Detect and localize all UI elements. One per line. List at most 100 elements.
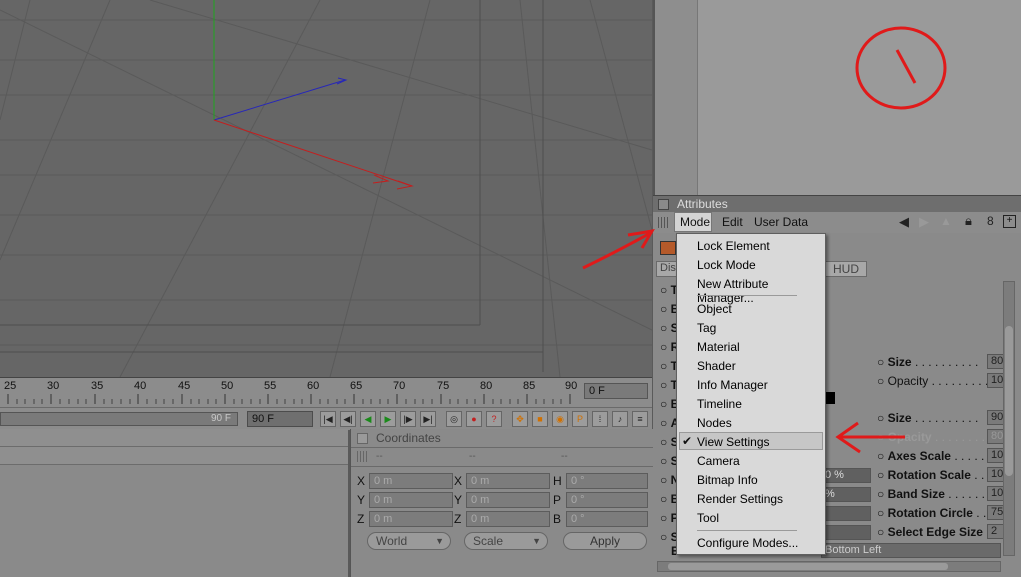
menu-item-material[interactable]: Material — [697, 340, 740, 354]
menu-item-tag[interactable]: Tag — [697, 321, 716, 335]
attributes-title-bar: Attributes — [653, 195, 1021, 213]
tab-hud[interactable]: HUD — [825, 261, 867, 277]
rot-h-label: H — [553, 474, 562, 488]
keyframe-list-icon[interactable]: ≡ — [632, 411, 648, 427]
next-key-icon[interactable]: |▶ — [400, 411, 416, 427]
menu-item-lock-mode[interactable]: Lock Mode — [697, 258, 756, 272]
editor-axis-position-select[interactable]: Bottom Left — [821, 543, 1001, 558]
edit-menu[interactable]: Edit — [722, 215, 743, 229]
col-header: -- — [376, 451, 383, 462]
percent-field[interactable]: % — [821, 487, 871, 502]
play-backward-icon[interactable]: ◀ — [360, 411, 376, 427]
mode-dropdown-menu: Lock Element Lock Mode New Attribute Man… — [676, 233, 826, 555]
scale-key-icon[interactable]: ■ — [532, 411, 548, 427]
go-to-start-icon[interactable]: |◀ — [320, 411, 336, 427]
lock-icon[interactable]: 🔒︎ — [965, 213, 972, 229]
apply-button[interactable]: Apply — [563, 532, 647, 550]
viewport-grid — [0, 0, 652, 377]
attributes-menubar: Mode Edit User Data ◀ ▶ ▲ 🔒︎ 8 + — [653, 212, 1021, 234]
menu-item-camera[interactable]: Camera — [697, 454, 740, 468]
world-select-value: World — [376, 534, 408, 548]
max-frame-field[interactable]: 90 F — [247, 411, 313, 427]
size-z-field[interactable]: 0 m — [466, 511, 550, 527]
tab-display[interactable]: Dis — [656, 261, 678, 277]
scrollbar-thumb[interactable] — [668, 563, 948, 570]
pos-y-label: Y — [357, 493, 366, 507]
menu-item-configure-modes[interactable]: Configure Modes... — [697, 536, 798, 550]
scale-select-value: Scale — [473, 534, 504, 548]
pos-z-field[interactable]: 0 m — [369, 511, 453, 527]
pos-x-label: X — [357, 474, 366, 488]
tick-label: 75 — [437, 380, 450, 392]
menu-item-lock-element[interactable]: Lock Element — [697, 239, 770, 253]
menu-item-new-attribute-manager[interactable]: New Attribute Manager... — [697, 277, 825, 305]
user-data-menu[interactable]: User Data — [754, 215, 808, 229]
record-keys-icon[interactable]: ● — [466, 411, 482, 427]
size-x-label: X — [454, 474, 463, 488]
tick-label: 50 — [221, 380, 234, 392]
timeline-ticks — [7, 394, 571, 404]
scrollbar-thumb[interactable] — [1005, 326, 1013, 476]
vertical-scrollbar[interactable] — [1003, 281, 1015, 556]
play-forward-icon[interactable]: ▶ — [380, 411, 396, 427]
panel-grip-icon[interactable] — [658, 199, 669, 210]
axes-scale-label: ○ Axes Scale . . . . . . — [877, 449, 991, 463]
link-icon[interactable]: 8 — [987, 214, 994, 228]
menu-item-object[interactable]: Object — [697, 302, 732, 316]
attributes-title: Attributes — [677, 197, 728, 211]
menu-item-tool[interactable]: Tool — [697, 511, 719, 525]
new-panel-icon[interactable]: + — [1003, 215, 1016, 228]
back-arrow-icon[interactable]: ◀ — [899, 214, 909, 230]
rot-p-field[interactable]: 0 ° — [566, 492, 648, 508]
grip-icon — [357, 451, 369, 462]
timeline-range-slider[interactable]: 90 F — [0, 412, 238, 426]
param-key-icon[interactable]: P — [572, 411, 588, 427]
grid-key-icon[interactable]: ⁞ — [592, 411, 608, 427]
rotation-scale-label: ○ Rotation Scale . . — [877, 468, 985, 482]
hud-opacity-label: ○ Opacity . . . . . . . . . . — [877, 374, 995, 388]
up-arrow-icon[interactable]: ▲ — [940, 214, 952, 228]
tick-label: 35 — [91, 380, 104, 392]
tick-label: 55 — [264, 380, 277, 392]
menu-item-render-settings[interactable]: Render Settings — [697, 492, 783, 506]
scale-select[interactable]: Scale ▼ — [464, 532, 548, 550]
pos-y-field[interactable]: 0 m — [369, 492, 453, 508]
size-x-field[interactable]: 0 m — [466, 473, 550, 489]
percent-field[interactable]: 0 % — [821, 468, 871, 483]
prev-key-icon[interactable]: ◀| — [340, 411, 356, 427]
value-field[interactable] — [821, 506, 871, 521]
record-icon[interactable]: ◎ — [446, 411, 462, 427]
current-frame-field[interactable]: 0 F — [584, 383, 648, 399]
menu-item-info-manager[interactable]: Info Manager — [697, 378, 768, 392]
menu-item-bitmap-info[interactable]: Bitmap Info — [697, 473, 758, 487]
tick-label: 70 — [393, 380, 406, 392]
go-to-end-icon[interactable]: ▶| — [420, 411, 436, 427]
tick-label: 60 — [307, 380, 320, 392]
menu-item-nodes[interactable]: Nodes — [697, 416, 732, 430]
pos-x-field[interactable]: 0 m — [369, 473, 453, 489]
rotate-key-icon[interactable]: ◉ — [552, 411, 568, 427]
rot-h-field[interactable]: 0 ° — [566, 473, 648, 489]
timeline-ruler[interactable]: 25 30 35 40 45 50 55 60 65 70 75 80 85 9… — [0, 377, 652, 408]
viewport-3d[interactable] — [0, 0, 652, 377]
menu-item-timeline[interactable]: Timeline — [697, 397, 742, 411]
mode-menu[interactable]: Mode — [680, 215, 710, 229]
coordinates-header-row: -- -- -- — [351, 447, 653, 467]
menu-item-view-settings[interactable]: View Settings — [697, 435, 770, 449]
world-select[interactable]: World ▼ — [367, 532, 451, 550]
size-y-field[interactable]: 0 m — [466, 492, 550, 508]
tick-label: 85 — [523, 380, 536, 392]
value-field[interactable] — [821, 525, 871, 540]
move-key-icon[interactable]: ✥ — [512, 411, 528, 427]
horizontal-scrollbar[interactable] — [657, 561, 1001, 572]
tick-label: 65 — [350, 380, 363, 392]
sound-icon[interactable]: ♪ — [612, 411, 628, 427]
axes-size-label: ○ Size . . . . . . . . . . — [877, 411, 979, 425]
rot-b-field[interactable]: 0 ° — [566, 511, 648, 527]
select-edge-size-label: ○ Select Edge Size — [877, 525, 983, 539]
forward-arrow-icon[interactable]: ▶ — [919, 214, 929, 230]
menu-separator — [697, 530, 797, 531]
auto-key-icon[interactable]: ? — [486, 411, 502, 427]
panel-grip-icon[interactable] — [357, 433, 368, 444]
menu-item-shader[interactable]: Shader — [697, 359, 736, 373]
